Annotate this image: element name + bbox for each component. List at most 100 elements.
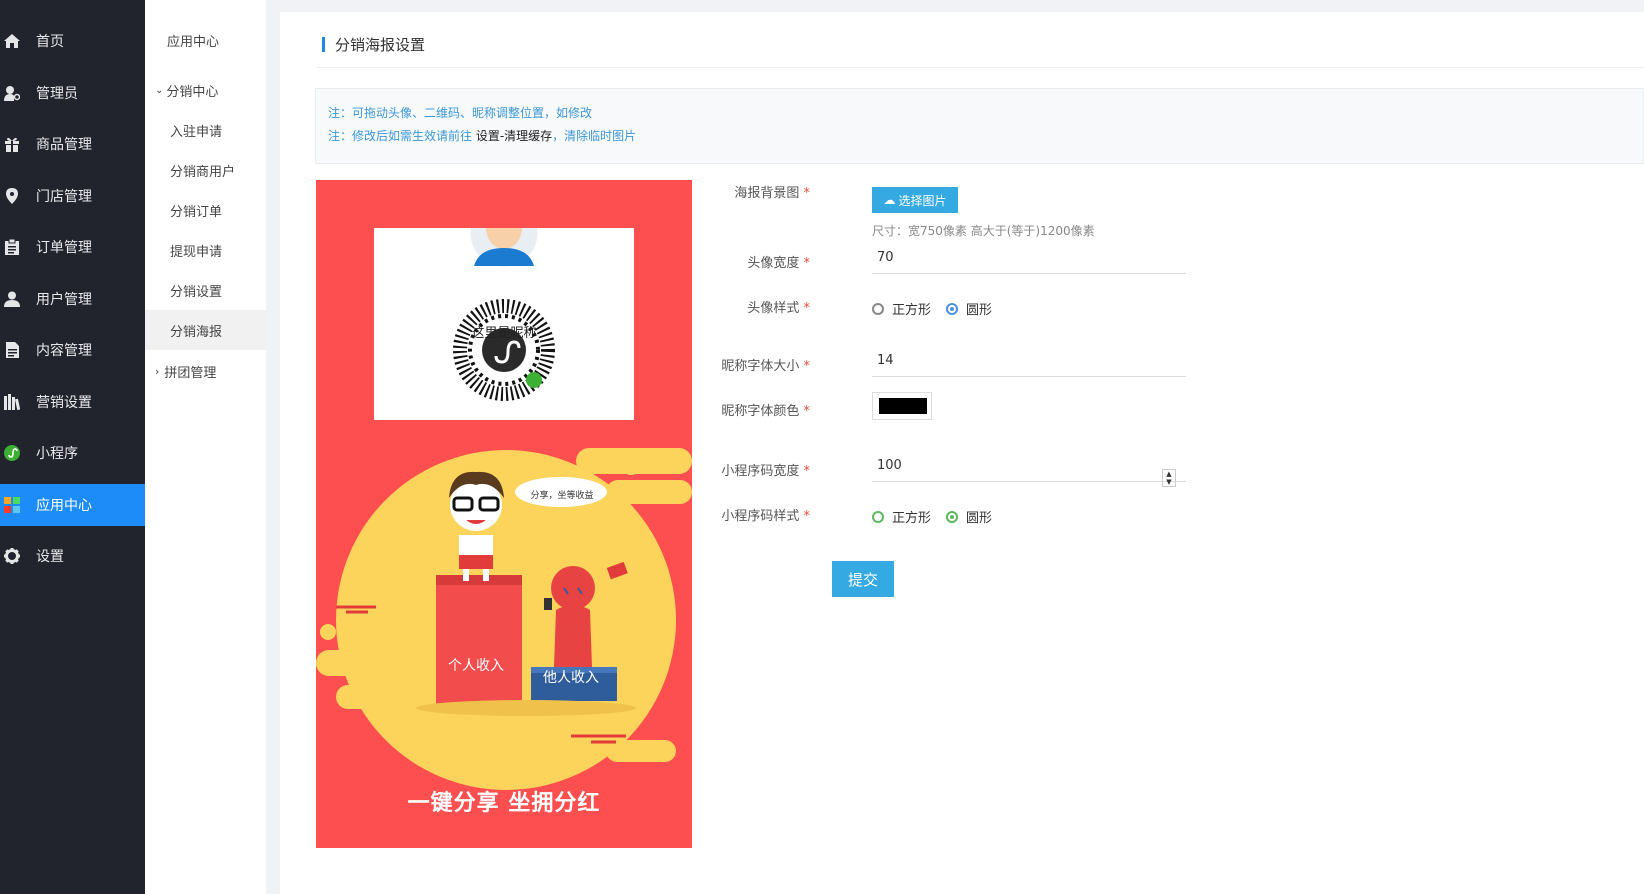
nick-size-label: 昵称字体大小 *: [690, 355, 810, 374]
qr-style-square-radio[interactable]: 正方形: [872, 507, 931, 526]
color-swatch: [879, 398, 927, 414]
sub-nav-item-label: 提现申请: [170, 244, 223, 260]
sub-nav-item-label: 分销设置: [170, 284, 223, 300]
radio-label: 圆形: [966, 511, 993, 526]
note-cache-prefix: 注：修改后如需生效请前往: [328, 129, 476, 143]
poster-income-other: 他人收入: [543, 670, 599, 686]
qr-width-input[interactable]: [872, 450, 1186, 482]
radio-label: 正方形: [892, 303, 932, 318]
nav-home-label: 首页: [36, 34, 64, 50]
required-mark: *: [803, 404, 811, 419]
note-cache: 注：修改后如需生效请前往 设置-清理缓存，清除临时图片: [328, 127, 636, 144]
required-mark: *: [803, 509, 811, 524]
radio-label: 圆形: [966, 303, 993, 318]
sub-nav-item-label: 分销海报: [170, 324, 223, 340]
nick-color-picker[interactable]: [872, 392, 932, 420]
sub-nav-group-label: 拼团管理: [164, 365, 217, 381]
qr-style-label: 小程序码样式 *: [690, 505, 810, 524]
main-sidebar: 首页 管理员 商品管理 门店管理 订单管理 用户管理 内容管理 营销设置 小程序…: [0, 0, 145, 894]
sub-nav-item-orders[interactable]: 分销订单: [145, 190, 266, 230]
books-icon: [4, 394, 20, 410]
qr-style-label-text: 小程序码样式: [721, 509, 800, 524]
sub-nav-item-poster[interactable]: 分销海报: [145, 310, 266, 350]
gift-icon: [4, 136, 20, 152]
nav-users[interactable]: 用户管理: [0, 278, 145, 320]
note-cache-suffix: ，清除临时图片: [552, 129, 637, 143]
nav-users-label: 用户管理: [36, 292, 92, 308]
miniprogram-icon: [4, 445, 20, 461]
sub-nav-header[interactable]: 应用中心: [145, 20, 266, 60]
note-cache-link[interactable]: 设置-清理缓存: [476, 129, 552, 143]
poster-preview: 这里是昵称 分享，坐等收益 个人收入 他人收入 一键分享 坐拥分红: [316, 180, 692, 848]
avatar-style-circle-radio[interactable]: 圆形: [946, 299, 992, 318]
required-mark: *: [803, 301, 811, 316]
nav-app-center[interactable]: 应用中心: [0, 484, 145, 526]
poster-card: 这里是昵称: [374, 228, 634, 420]
poster-nickname[interactable]: 这里是昵称: [374, 322, 634, 341]
upload-button-label: 选择图片: [898, 193, 947, 208]
avatar-width-label: 头像宽度 *: [690, 252, 810, 271]
nav-orders-label: 订单管理: [36, 240, 92, 256]
sub-nav-group-distribution[interactable]: ⌄ 分销中心: [145, 70, 266, 110]
nav-miniprogram[interactable]: 小程序: [0, 432, 145, 474]
chevron-down-icon: ⌄: [155, 84, 164, 96]
nav-marketing[interactable]: 营销设置: [0, 381, 145, 423]
nav-home[interactable]: 首页: [0, 20, 145, 62]
nick-size-label-text: 昵称字体大小: [721, 359, 800, 374]
nav-orders[interactable]: 订单管理: [0, 226, 145, 268]
notes-box: 注：可拖动头像、二维码、昵称调整位置，如修改 注：修改后如需生效请前往 设置-清…: [315, 88, 1644, 164]
gear-icon: [4, 548, 20, 564]
submit-button[interactable]: 提交: [832, 561, 894, 597]
main-content: 分销海报设置 注：可拖动头像、二维码、昵称调整位置，如修改 注：修改后如需生效请…: [280, 12, 1644, 894]
nick-size-input[interactable]: [872, 345, 1186, 377]
avatar-width-input[interactable]: [872, 242, 1186, 274]
sub-nav-item-withdraw[interactable]: 提现申请: [145, 230, 266, 270]
upload-image-button[interactable]: ☁ 选择图片: [872, 187, 958, 213]
nav-products[interactable]: 商品管理: [0, 123, 145, 165]
home-icon: [4, 33, 20, 49]
required-mark: *: [803, 359, 811, 374]
avatar-style-label-text: 头像样式: [747, 301, 800, 316]
chevron-right-icon: ›: [155, 364, 160, 378]
nav-products-label: 商品管理: [36, 137, 92, 153]
sub-nav-item-apply[interactable]: 入驻申请: [145, 110, 266, 150]
location-icon: [4, 188, 20, 204]
nav-content[interactable]: 内容管理: [0, 329, 145, 371]
avatar-style-label: 头像样式 *: [690, 297, 810, 316]
sub-nav-item-label: 入驻申请: [170, 124, 223, 140]
nav-admin[interactable]: 管理员: [0, 72, 145, 114]
bg-label: 海报背景图 *: [690, 182, 810, 201]
poster-income-self: 个人收入: [448, 658, 504, 674]
nav-app-center-label: 应用中心: [36, 498, 92, 514]
clipboard-icon: [4, 239, 20, 255]
radio-circle: [872, 302, 884, 315]
page-title-text: 分销海报设置: [335, 36, 426, 54]
nick-color-label: 昵称字体颜色 *: [690, 400, 810, 419]
bg-label-text: 海报背景图: [734, 186, 800, 201]
radio-circle-selected: [946, 302, 958, 315]
cloud-upload-icon: ☁: [883, 193, 896, 207]
nav-stores[interactable]: 门店管理: [0, 175, 145, 217]
qr-width-stepper[interactable]: ▲ ▼: [1162, 469, 1176, 487]
nav-content-label: 内容管理: [36, 343, 92, 359]
nav-stores-label: 门店管理: [36, 189, 92, 205]
required-mark: *: [803, 256, 811, 271]
size-hint: 尺寸：宽750像素 高大于(等于)1200像素: [872, 224, 1095, 238]
avatar-style-square-radio[interactable]: 正方形: [872, 299, 931, 318]
poster-slogan: 一键分享 坐拥分红: [407, 791, 601, 816]
sub-nav-item-settings[interactable]: 分销设置: [145, 270, 266, 310]
user-icon: [4, 291, 20, 307]
radio-circle-selected: [946, 510, 958, 523]
note-drag: 注：可拖动头像、二维码、昵称调整位置，如修改: [328, 106, 593, 120]
sub-nav-group-groupbuy[interactable]: › 拼团管理: [145, 351, 266, 391]
sub-nav-item-label: 分销商用户: [170, 164, 236, 180]
poster-speech-bubble: 分享，坐等收益: [530, 491, 594, 501]
radio-label: 正方形: [892, 511, 932, 526]
qr-width-label-text: 小程序码宽度: [721, 464, 800, 479]
qr-style-circle-radio[interactable]: 圆形: [946, 507, 992, 526]
nav-miniprogram-label: 小程序: [36, 446, 78, 462]
nav-admin-label: 管理员: [36, 86, 78, 102]
sub-nav-item-distributors[interactable]: 分销商用户: [145, 150, 266, 190]
nav-settings[interactable]: 设置: [0, 535, 145, 577]
title-divider: [316, 67, 1644, 68]
